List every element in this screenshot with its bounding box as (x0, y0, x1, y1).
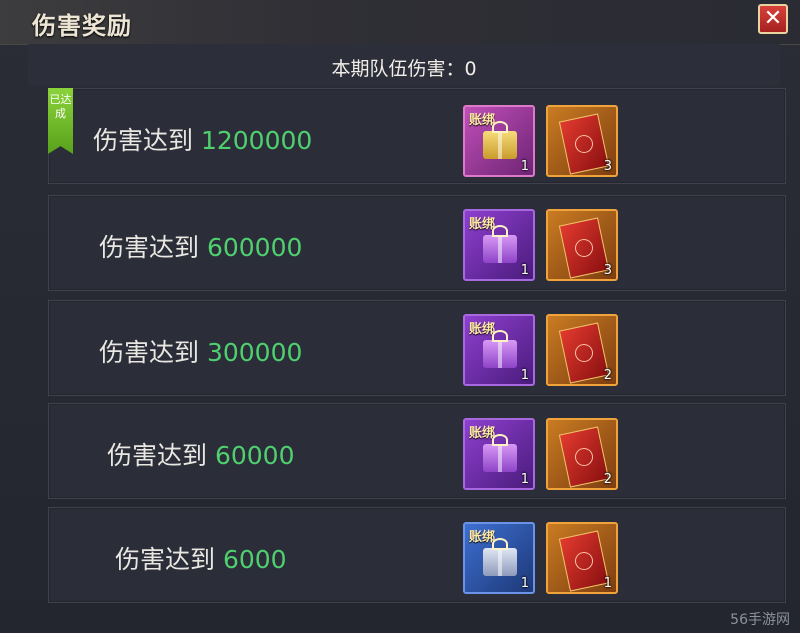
damage-threshold-label: 伤害达到 1200000 (93, 121, 312, 157)
gift-box-icon (483, 444, 517, 472)
reward-item-gift-box[interactable]: 账绑 1 (463, 314, 535, 386)
reward-item-ticket[interactable]: 3 (546, 209, 618, 281)
red-ticket-icon (558, 217, 610, 279)
reward-item-gift-box[interactable]: 账绑 1 (463, 418, 535, 490)
ribbon-icon (492, 121, 508, 133)
item-quantity: 1 (520, 263, 529, 278)
threshold-prefix: 伤害达到 (99, 338, 207, 367)
reward-row: 伤害达到 300000 账绑 1 2 (48, 300, 786, 396)
team-damage-header: 本期队伍伤害：0 (28, 44, 780, 86)
threshold-prefix: 伤害达到 (107, 441, 215, 470)
red-ticket-icon (558, 113, 610, 175)
reward-item-gift-box[interactable]: 账绑 1 (463, 209, 535, 281)
item-quantity: 2 (603, 472, 612, 487)
red-ticket-icon (558, 530, 610, 592)
gift-box-icon (483, 131, 517, 159)
threshold-value: 600000 (206, 233, 303, 262)
reward-item-gift-box[interactable]: 账绑 1 (463, 105, 535, 177)
gift-box-icon (483, 548, 517, 576)
threshold-prefix: 伤害达到 (93, 126, 201, 155)
reward-row: 伤害达到 600000 账绑 1 3 (48, 195, 786, 291)
gift-box-icon (483, 340, 517, 368)
damage-threshold-label: 伤害达到 60000 (107, 436, 294, 472)
damage-threshold-label: 伤害达到 300000 (99, 333, 302, 369)
ribbon-icon (492, 225, 508, 237)
watermark-text: 56手游网 (730, 612, 790, 628)
reward-row: 伤害达到 1200000 账绑 1 3 (48, 88, 786, 184)
reward-item-ticket[interactable]: 2 (546, 314, 618, 386)
item-quantity: 1 (520, 576, 529, 591)
close-button[interactable]: ✕ (758, 4, 788, 34)
item-quantity: 2 (603, 368, 612, 383)
item-quantity: 3 (603, 159, 612, 174)
threshold-value: 6000 (222, 545, 287, 574)
item-quantity: 1 (520, 159, 529, 174)
item-quantity: 1 (603, 576, 612, 591)
damage-threshold-label: 伤害达到 6000 (115, 540, 287, 576)
threshold-value: 60000 (214, 441, 295, 470)
damage-threshold-label: 伤害达到 600000 (99, 228, 302, 264)
threshold-value: 300000 (206, 338, 303, 367)
reward-row: 伤害达到 60000 账绑 1 2 (48, 403, 786, 499)
red-ticket-icon (558, 426, 610, 488)
threshold-value: 1200000 (200, 126, 313, 155)
reward-item-ticket[interactable]: 2 (546, 418, 618, 490)
completed-badge: 已达成 (48, 88, 73, 154)
damage-reward-window: 伤害奖励 ✕ 本期队伍伤害：0 伤害达到 1200000 账绑 1 3 伤害达到… (0, 0, 800, 633)
window-title: 伤害奖励 (32, 11, 132, 40)
reward-item-ticket[interactable]: 3 (546, 105, 618, 177)
ribbon-icon (492, 538, 508, 550)
ribbon-icon (492, 434, 508, 446)
item-quantity: 1 (520, 368, 529, 383)
gift-box-icon (483, 235, 517, 263)
threshold-prefix: 伤害达到 (115, 545, 223, 574)
title-bar: 伤害奖励 ✕ (0, 0, 800, 45)
team-damage-text: 本期队伍伤害：0 (331, 58, 477, 80)
reward-item-gift-box[interactable]: 账绑 1 (463, 522, 535, 594)
threshold-prefix: 伤害达到 (99, 233, 207, 262)
item-quantity: 3 (603, 263, 612, 278)
reward-row: 伤害达到 6000 账绑 1 1 (48, 507, 786, 603)
red-ticket-icon (558, 322, 610, 384)
ribbon-icon (492, 330, 508, 342)
item-quantity: 1 (520, 472, 529, 487)
reward-item-ticket[interactable]: 1 (546, 522, 618, 594)
